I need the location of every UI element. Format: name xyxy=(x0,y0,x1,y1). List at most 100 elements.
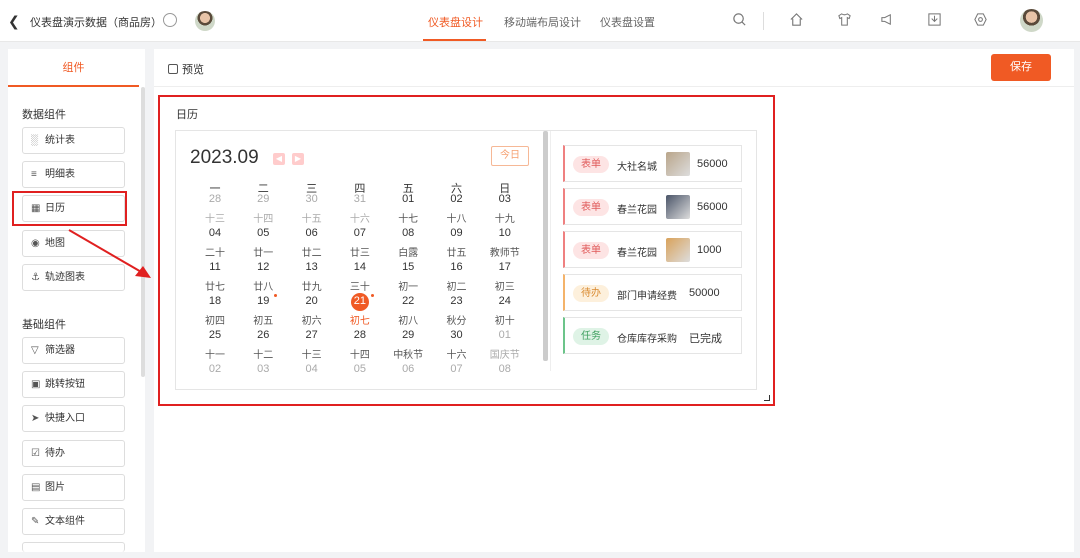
calendar-day[interactable]: 08 xyxy=(384,227,432,239)
search-icon[interactable] xyxy=(731,12,747,28)
calendar-day[interactable]: 15 xyxy=(384,261,432,273)
pen-icon: ✎ xyxy=(31,516,40,527)
button-icon: ▣ xyxy=(31,379,41,390)
calendar-day[interactable]: 30 xyxy=(433,329,481,341)
component-detail-table[interactable]: ≡ 明细表 xyxy=(22,161,125,188)
calendar-day[interactable]: 18 xyxy=(191,295,239,307)
lunar-date: 十五 xyxy=(301,214,322,225)
calendar-day[interactable]: 28 xyxy=(336,329,384,341)
calendar-day[interactable]: 29 xyxy=(384,329,432,341)
avatar[interactable] xyxy=(195,11,215,31)
calendar-day[interactable]: 25 xyxy=(191,329,239,341)
event-card[interactable]: 表单 春兰花园 56000 xyxy=(563,188,742,225)
save-button[interactable]: 保存 xyxy=(991,54,1051,81)
calendar-day[interactable]: 01 xyxy=(384,193,432,205)
event-card[interactable]: 表单 大社名城 56000 xyxy=(563,145,742,182)
calendar-day[interactable]: 10 xyxy=(481,227,529,239)
calendar-day[interactable]: 12 xyxy=(239,261,287,273)
calendar-day[interactable]: 06 xyxy=(288,227,336,239)
event-card[interactable]: 表单 春兰花园 1000 xyxy=(563,231,742,268)
calendar-day[interactable]: 01 xyxy=(481,329,529,341)
component-image[interactable]: ▤ 图片 xyxy=(22,474,125,501)
tab-components[interactable]: 组件 xyxy=(8,49,139,87)
tab-dashboard-settings[interactable]: 仪表盘设置 xyxy=(600,14,655,30)
preview-button[interactable]: 预览 xyxy=(168,61,204,77)
calendar-day[interactable]: 17 xyxy=(481,261,529,273)
calendar-scrollbar[interactable] xyxy=(543,131,548,361)
event-name: 大社名城 xyxy=(617,162,657,173)
component-stat-table[interactable]: ░ 统计表 xyxy=(22,127,125,154)
lunar-date: 中秋节 xyxy=(393,350,424,361)
calendar-day[interactable]: 16 xyxy=(433,261,481,273)
download-icon[interactable] xyxy=(926,12,942,28)
calendar-day[interactable]: 13 xyxy=(288,261,336,273)
lunar-date: 十四 xyxy=(349,350,370,361)
lunar-date: 廿五 xyxy=(446,248,467,259)
divider xyxy=(763,12,764,30)
home-icon[interactable] xyxy=(788,12,804,28)
calendar-day[interactable]: 02 xyxy=(433,193,481,205)
calendar-day[interactable]: 04 xyxy=(288,363,336,375)
calendar-widget-title: 日历 xyxy=(176,109,198,121)
event-card[interactable]: 任务 仓库库存采购 已完成 xyxy=(563,317,742,354)
gear-icon[interactable] xyxy=(972,12,988,28)
lunar-date: 十七 xyxy=(398,214,419,225)
calendar-day[interactable]: 07 xyxy=(433,363,481,375)
image-icon: ▤ xyxy=(31,482,41,493)
next-month-button[interactable]: ▶ xyxy=(292,153,304,165)
event-thumbnail xyxy=(666,195,690,219)
component-shortcut[interactable]: ➤ 快捷入口 xyxy=(22,405,125,432)
back-icon[interactable]: ❮ xyxy=(8,13,20,30)
event-name: 仓库库存采购 xyxy=(617,334,677,345)
tab-mobile-layout[interactable]: 移动端布局设计 xyxy=(504,14,581,30)
calendar-day[interactable]: 19 xyxy=(239,295,287,307)
lunar-date: 廿九 xyxy=(301,282,322,293)
calendar-day[interactable]: 27 xyxy=(288,329,336,341)
calendar-day[interactable]: 22 xyxy=(384,295,432,307)
send-icon: ➤ xyxy=(31,413,40,424)
lunar-date: 十九 xyxy=(494,214,515,225)
calendar-day[interactable]: 08 xyxy=(481,363,529,375)
calendar-day[interactable]: 29 xyxy=(239,193,287,205)
calendar-day[interactable]: 30 xyxy=(288,193,336,205)
calendar-day[interactable]: 28 xyxy=(191,193,239,205)
calendar-day[interactable]: 04 xyxy=(191,227,239,239)
prev-month-button[interactable]: ◀ xyxy=(273,153,285,165)
calendar-day[interactable]: 31 xyxy=(336,193,384,205)
component-filter[interactable]: ▽ 筛选器 xyxy=(22,337,125,364)
event-name: 春兰花园 xyxy=(617,205,657,216)
component-todo[interactable]: ☑ 待办 xyxy=(22,440,125,467)
component-jump-button[interactable]: ▣ 跳转按钮 xyxy=(22,371,125,398)
megaphone-icon[interactable] xyxy=(879,12,895,28)
today-button[interactable]: 今日 xyxy=(491,146,529,166)
resize-handle[interactable] xyxy=(764,395,770,401)
user-avatar[interactable] xyxy=(1020,9,1043,32)
calendar-day[interactable]: 05 xyxy=(239,227,287,239)
calendar-day[interactable]: 20 xyxy=(288,295,336,307)
calendar-day[interactable]: 03 xyxy=(481,193,529,205)
calendar-day[interactable]: 21 xyxy=(336,295,384,307)
settings-icon[interactable] xyxy=(163,13,177,27)
component-partial[interactable] xyxy=(22,542,125,552)
calendar-divider xyxy=(550,131,551,371)
component-text[interactable]: ✎ 文本组件 xyxy=(22,508,125,535)
shirt-icon[interactable] xyxy=(836,12,852,28)
calendar-day[interactable]: 05 xyxy=(336,363,384,375)
app-title: 仪表盘演示数据（商品房） xyxy=(30,17,162,29)
lunar-date: 廿七 xyxy=(205,282,225,293)
calendar-day[interactable]: 02 xyxy=(191,363,239,375)
calendar-day[interactable]: 09 xyxy=(433,227,481,239)
calendar-day[interactable]: 26 xyxy=(239,329,287,341)
tab-dashboard-design[interactable]: 仪表盘设计 xyxy=(428,14,483,30)
lunar-date: 廿一 xyxy=(253,248,274,259)
calendar-day[interactable]: 03 xyxy=(239,363,287,375)
calendar-day[interactable]: 24 xyxy=(481,295,529,307)
calendar-widget[interactable]: 日历 2023.09 ◀ ▶ 今日 一二三四五六日 28 十三 29 十四 30 十五 31 十… xyxy=(158,95,775,406)
calendar-day[interactable]: 11 xyxy=(191,261,239,273)
lunar-date: 初六 xyxy=(301,316,322,327)
calendar-day[interactable]: 06 xyxy=(384,363,432,375)
calendar-day[interactable]: 14 xyxy=(336,261,384,273)
calendar-day[interactable]: 07 xyxy=(336,227,384,239)
event-card[interactable]: 待办 部门申请经费 50000 xyxy=(563,274,742,311)
calendar-day[interactable]: 23 xyxy=(433,295,481,307)
